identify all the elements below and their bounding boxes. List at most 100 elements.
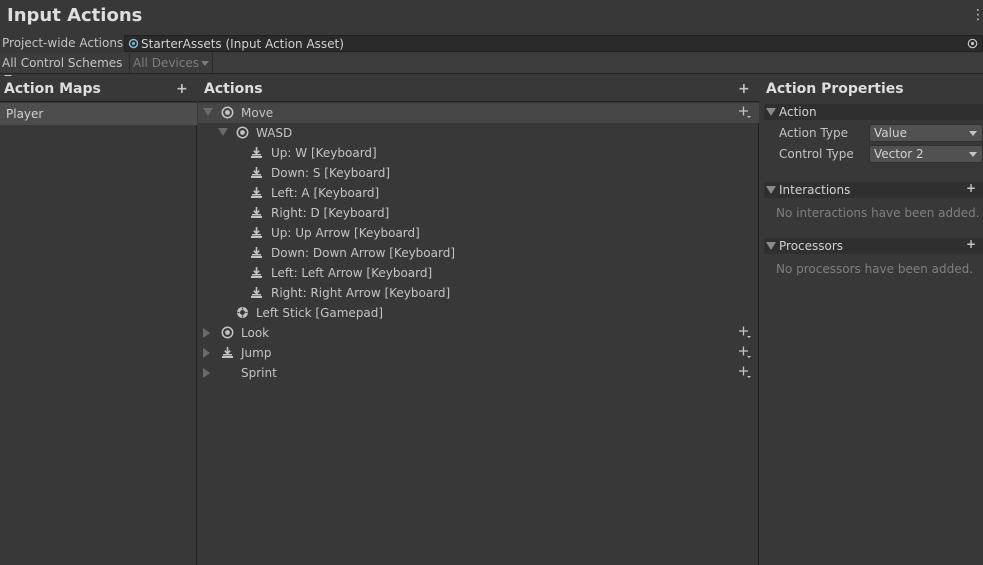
row-label: Left Stick [Gamepad] <box>256 306 384 320</box>
binding-icon <box>251 247 262 258</box>
action-map-item-player[interactable]: Player <box>0 103 197 125</box>
foldout-arrow-icon <box>766 242 776 250</box>
action-type-row: Action Type Value <box>779 123 983 143</box>
add-binding-icon[interactable] <box>738 365 752 379</box>
interactions-section-header[interactable]: Interactions + <box>764 181 983 198</box>
row-label: Right: D [Keyboard] <box>271 206 390 220</box>
action-type-label: Action Type <box>779 126 848 140</box>
object-picker-icon[interactable] <box>967 38 978 49</box>
action-maps-title: Action Maps <box>4 81 101 97</box>
row-label: Right: Right Arrow [Keyboard] <box>271 286 451 300</box>
action-maps-header: Action Maps + <box>0 76 197 102</box>
add-binding-icon[interactable] <box>738 345 752 359</box>
action-type-select[interactable]: Value <box>869 124 983 142</box>
action-properties-header: Action Properties <box>760 76 983 102</box>
control-type-row: Control Type Vector 2 <box>779 144 983 164</box>
binding-row[interactable]: Right: Right Arrow [Keyboard] <box>198 283 759 303</box>
devices-label: All Devices <box>133 56 199 70</box>
value-action-icon <box>221 106 234 119</box>
binding-row[interactable]: Right: D [Keyboard] <box>198 203 759 223</box>
expand-arrow-right-icon[interactable] <box>203 348 210 358</box>
interactions-title: Interactions <box>779 183 851 197</box>
interactions-empty-note: No interactions have been added. <box>776 206 980 220</box>
project-wide-actions-value: StarterAssets (Input Action Asset) <box>141 37 344 51</box>
project-wide-actions-row: Project-wide Actions StarterAssets (Inpu… <box>0 34 983 53</box>
row-label: Sprint <box>241 366 277 380</box>
actions-panel: Actions + Move WASD Up: W [Keyboard] Down: … <box>198 76 759 565</box>
action-section-title: Action <box>779 105 817 119</box>
input-action-asset-icon <box>128 38 139 49</box>
gamepad-stick-icon <box>237 307 248 318</box>
expand-arrow-down-icon[interactable] <box>218 128 228 136</box>
composite-icon <box>236 126 249 139</box>
expand-arrow-right-icon[interactable] <box>203 328 210 338</box>
processors-title: Processors <box>779 239 844 253</box>
action-properties-panel: Action Properties Action Action Type Val… <box>760 76 983 565</box>
project-wide-actions-label: Project-wide Actions <box>2 36 124 50</box>
add-action-button[interactable]: + <box>738 81 750 97</box>
binding-row[interactable]: Down: Down Arrow [Keyboard] <box>198 243 759 263</box>
action-properties-title: Action Properties <box>766 81 904 97</box>
binding-icon <box>251 187 262 198</box>
expand-arrow-down-icon[interactable] <box>203 108 213 116</box>
actions-header: Actions + <box>198 76 759 102</box>
binding-row[interactable]: Left: A [Keyboard] <box>198 183 759 203</box>
processors-empty-note: No processors have been added. <box>776 262 974 276</box>
binding-icon <box>251 147 262 158</box>
chevron-down-icon <box>200 61 209 66</box>
row-label: Up: Up Arrow [Keyboard] <box>271 226 420 240</box>
binding-row[interactable]: Left Stick [Gamepad] <box>198 303 759 323</box>
action-type-value: Value <box>874 126 907 140</box>
action-row[interactable]: Sprint <box>198 363 759 383</box>
binding-row[interactable]: Left: Left Arrow [Keyboard] <box>198 263 759 283</box>
control-type-label: Control Type <box>779 147 854 161</box>
action-maps-panel: Action Maps + Player <box>0 76 197 565</box>
button-action-icon <box>222 347 233 358</box>
action-section-header[interactable]: Action <box>764 104 983 120</box>
toolbar: All Control Schemes All Devices <box>0 53 983 80</box>
row-label: Move <box>241 106 274 120</box>
row-label: Jump <box>241 346 272 360</box>
add-binding-icon[interactable] <box>738 105 752 119</box>
chevron-down-icon <box>969 131 977 136</box>
binding-icon <box>251 167 262 178</box>
window-titlebar: Input Actions ⋮ <box>0 0 983 33</box>
actions-title: Actions <box>204 81 263 97</box>
foldout-arrow-icon <box>766 186 776 194</box>
add-processor-button[interactable]: + <box>966 237 976 251</box>
binding-icon <box>251 267 262 278</box>
more-options-icon[interactable]: ⋮ <box>971 8 983 22</box>
row-label: WASD <box>256 126 293 140</box>
action-row[interactable]: Move <box>198 103 759 123</box>
control-type-value: Vector 2 <box>874 147 924 161</box>
action-map-label: Player <box>6 107 44 121</box>
row-label: Look <box>241 326 270 340</box>
binding-row[interactable]: Up: Up Arrow [Keyboard] <box>198 223 759 243</box>
row-label: Down: Down Arrow [Keyboard] <box>271 246 456 260</box>
expand-arrow-right-icon[interactable] <box>203 368 210 378</box>
control-schemes-dropdown[interactable]: All Control Schemes <box>0 53 130 80</box>
add-binding-icon[interactable] <box>738 325 752 339</box>
add-action-map-button[interactable]: + <box>176 81 188 97</box>
row-label: Left: A [Keyboard] <box>271 186 380 200</box>
control-type-select[interactable]: Vector 2 <box>869 145 983 163</box>
binding-icon <box>251 207 262 218</box>
action-row[interactable]: Jump <box>198 343 759 363</box>
add-interaction-button[interactable]: + <box>966 181 976 195</box>
project-wide-actions-field[interactable]: StarterAssets (Input Action Asset) <box>124 35 983 52</box>
chevron-down-icon <box>969 152 977 157</box>
row-label: Left: Left Arrow [Keyboard] <box>271 266 433 280</box>
value-action-icon <box>221 326 234 339</box>
row-label: Up: W [Keyboard] <box>271 146 377 160</box>
binding-icon <box>251 227 262 238</box>
action-row[interactable]: Look <box>198 323 759 343</box>
foldout-arrow-icon <box>766 108 776 116</box>
window-title: Input Actions <box>7 5 143 26</box>
binding-row[interactable]: Up: W [Keyboard] <box>198 143 759 163</box>
processors-section-header[interactable]: Processors + <box>764 237 983 254</box>
devices-dropdown[interactable]: All Devices <box>131 53 213 73</box>
binding-row[interactable]: Down: S [Keyboard] <box>198 163 759 183</box>
row-label: Down: S [Keyboard] <box>271 166 391 180</box>
binding-icon <box>251 287 262 298</box>
composite-row[interactable]: WASD <box>198 123 759 143</box>
